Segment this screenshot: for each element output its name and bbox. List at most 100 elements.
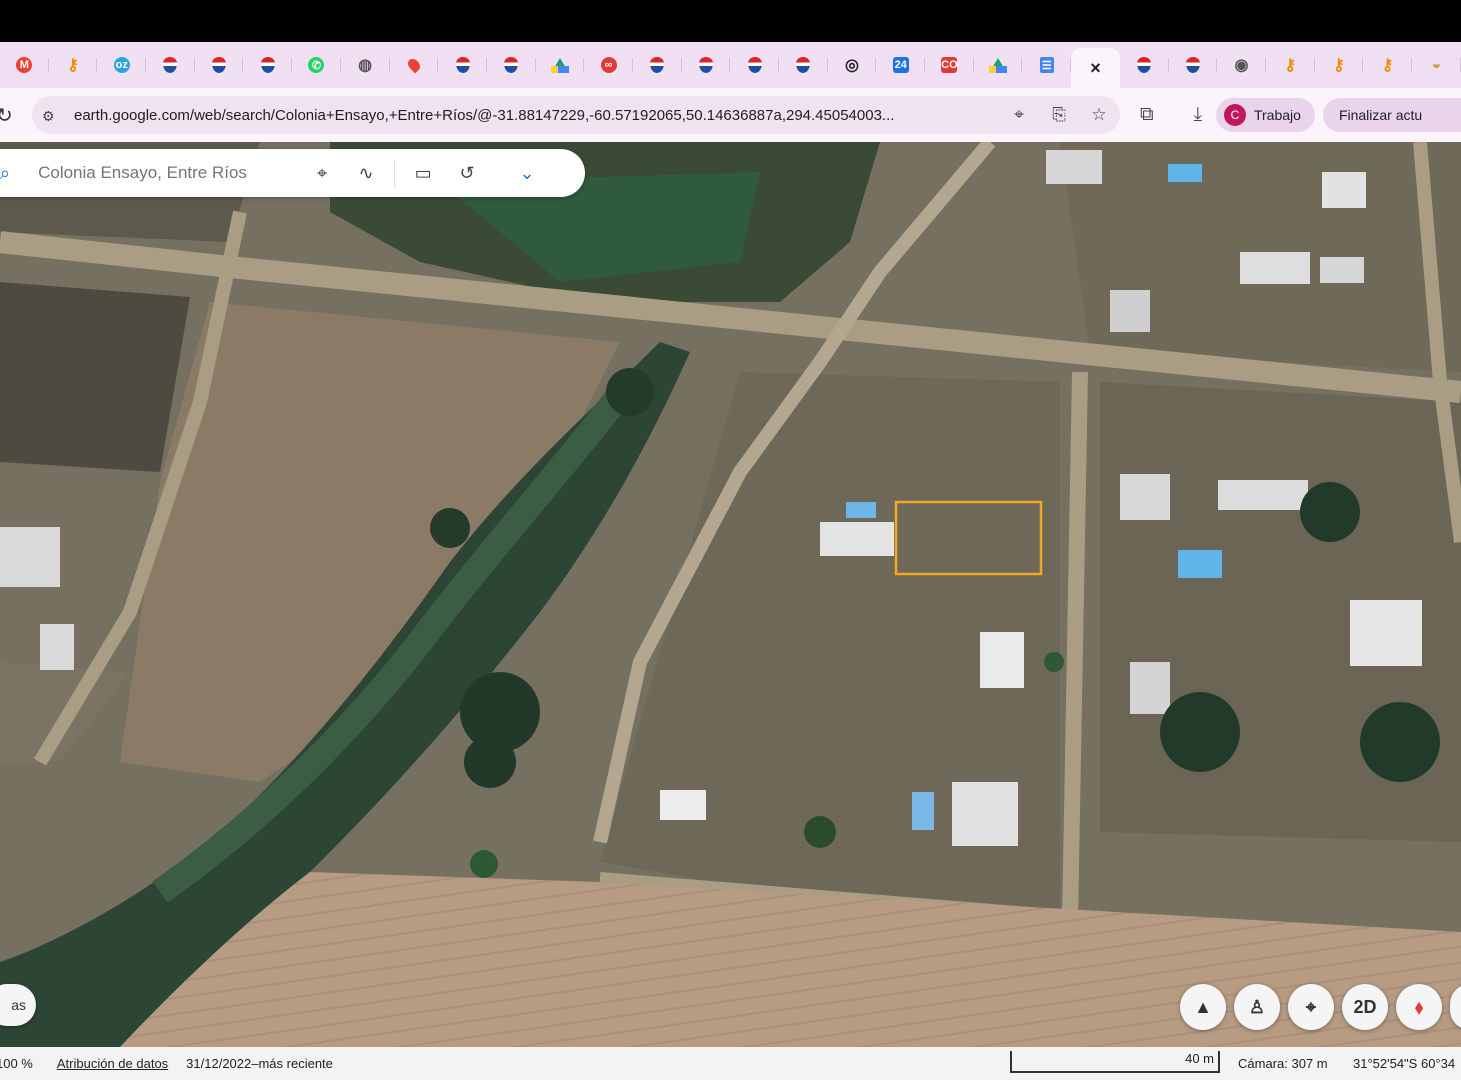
maps-pin-icon (405, 56, 423, 74)
data-attribution-link[interactable]: Atribución de datos (57, 1056, 168, 1071)
browser-tab[interactable] (146, 48, 195, 82)
browser-tab[interactable]: ◍ (341, 48, 390, 82)
browser-tab[interactable] (682, 48, 731, 82)
remax-balloon-icon (260, 57, 275, 73)
browser-tab[interactable] (487, 48, 536, 82)
browser-tab[interactable]: M (0, 48, 49, 82)
browser-tab[interactable]: ⚷ (1266, 48, 1315, 82)
search-icon[interactable]: ⌕ (0, 163, 10, 184)
browser-tab-strip: M⚷oz✆◍∞◎24CO×◉⚷⚷⚷◒+ (0, 42, 1461, 88)
remax-balloon-icon (212, 57, 227, 73)
reload-icon[interactable]: ↻ (0, 103, 13, 128)
remax-balloon-icon (747, 57, 762, 73)
address-bar[interactable]: ⚙ earth.google.com/web/search/Colonia+En… (32, 96, 1120, 134)
browser-tab[interactable]: ⚷ (49, 48, 98, 82)
profile-button[interactable]: C Trabajo (1215, 98, 1315, 132)
close-icon[interactable]: × (1087, 58, 1103, 78)
search-input[interactable] (36, 162, 301, 184)
avatar: C (1223, 104, 1246, 126)
calendar-icon: 24 (892, 57, 909, 73)
download-icon[interactable]: ⤓ (1194, 104, 1202, 126)
co-icon: CO (941, 57, 958, 73)
browser-tab[interactable]: ◉ (1217, 48, 1266, 82)
browser-tab[interactable]: ∞ (584, 48, 633, 82)
satellite-imagery (0, 142, 1461, 1047)
street-view-pegman-icon[interactable]: ♙ (1234, 984, 1280, 1030)
browser-tab[interactable] (438, 48, 487, 82)
toggle-2d-button[interactable]: 2D (1342, 984, 1388, 1030)
browser-tab[interactable]: ✆ (292, 48, 341, 82)
imagery-date: 31/12/2022–más reciente (186, 1056, 333, 1071)
link-icon: ∞ (600, 57, 617, 73)
whatsapp-icon: ✆ (308, 57, 325, 73)
profile-name: Trabajo (1253, 107, 1301, 123)
zoom-level: 100 % (0, 1056, 33, 1071)
browser-tab[interactable] (633, 48, 682, 82)
site-settings-icon[interactable]: ⚙ (42, 108, 60, 124)
chevron-down-icon[interactable]: ⌄ (505, 153, 549, 193)
orange-key-icon: ⚷ (1333, 57, 1345, 74)
browser-tab[interactable]: ⚷ (1315, 48, 1364, 82)
remax-balloon-icon (698, 57, 713, 73)
browser-tab[interactable]: × (1071, 48, 1120, 88)
target-icon: ◎ (845, 57, 860, 74)
browser-tab[interactable]: ◒ (1412, 48, 1461, 82)
orange-key-icon: ⚷ (1284, 57, 1297, 74)
satellite-map-view[interactable] (0, 142, 1461, 1047)
browser-tab[interactable] (390, 48, 439, 82)
url-text[interactable]: earth.google.com/web/search/Colonia+Ensa… (74, 107, 1004, 124)
my-location-icon[interactable]: ⌖ (1288, 984, 1334, 1030)
remax-balloon-icon (796, 57, 811, 73)
install-app-icon[interactable]: ⎘ (1050, 105, 1068, 125)
bookmark-star-icon[interactable]: ☆ (1090, 105, 1108, 125)
browser-tab[interactable] (1169, 48, 1218, 82)
browser-tab[interactable] (730, 48, 779, 82)
orange-key-icon: ⚷ (1381, 57, 1394, 74)
browser-tab[interactable] (1120, 48, 1169, 82)
remax-balloon-icon (455, 57, 470, 73)
search-toolbar: ⌕ ⌖ ∿ ▭ ↺ ⌄ (0, 149, 585, 197)
more-controls-button[interactable] (1450, 984, 1461, 1030)
remax-balloon-icon (1185, 57, 1200, 73)
screen-top-bezel (0, 0, 1461, 42)
globe-icon: ◍ (358, 57, 373, 74)
scale-label: 40 m (1185, 1051, 1214, 1066)
browser-tab[interactable]: 24 (876, 48, 925, 82)
scale-bar: 40 m (1010, 1051, 1220, 1073)
remax-balloon-icon (1137, 57, 1152, 73)
place-pin-icon[interactable]: ⌖ (300, 153, 344, 193)
camera-altitude: Cámara: 307 m (1238, 1056, 1328, 1071)
compass-icon[interactable]: ⬧ (1396, 984, 1442, 1030)
toolbar-divider (394, 159, 396, 187)
browser-tab[interactable] (536, 48, 585, 82)
browser-tab[interactable] (1022, 48, 1071, 82)
browser-tab[interactable]: CO (925, 48, 974, 82)
coordinates: 31°52'54"S 60°34 (1353, 1056, 1456, 1071)
browser-tab[interactable] (195, 48, 244, 82)
google-docs-icon (1039, 57, 1054, 73)
google-drive-icon (989, 57, 1008, 73)
ruler-icon[interactable]: ▭ (401, 153, 445, 193)
oz-icon: oz (113, 57, 130, 73)
google-drive-icon (550, 57, 569, 73)
update-button[interactable]: Finalizar actu (1322, 98, 1461, 132)
browser-tab[interactable] (974, 48, 1023, 82)
location-icon[interactable]: ⌖ (1010, 105, 1028, 125)
browser-tab[interactable]: oz (97, 48, 146, 82)
navigation-arrow-icon[interactable]: ▲ (1180, 984, 1226, 1030)
map-controls: ▲ ♙ ⌖ 2D ⬧ (1180, 984, 1461, 1030)
browser-tab[interactable]: ⚷ (1363, 48, 1412, 82)
orange-key-icon: ⚷ (67, 57, 79, 74)
history-icon[interactable]: ↺ (445, 153, 489, 193)
status-bar: 100 % Atribución de datos 31/12/2022–más… (0, 1047, 1461, 1080)
extensions-icon[interactable]: ⧉ (1140, 104, 1154, 126)
browser-toolbar: ↻ ⚙ earth.google.com/web/search/Colonia+… (0, 88, 1461, 142)
remax-balloon-icon (504, 57, 519, 73)
path-icon[interactable]: ∿ (344, 153, 388, 193)
remax-balloon-icon (650, 57, 665, 73)
browser-tab[interactable] (243, 48, 292, 82)
gmail-icon: M (16, 57, 33, 73)
browser-tab[interactable]: ◎ (828, 48, 877, 82)
browser-tab[interactable] (779, 48, 828, 82)
bowl-icon: ◒ (1431, 56, 1442, 73)
